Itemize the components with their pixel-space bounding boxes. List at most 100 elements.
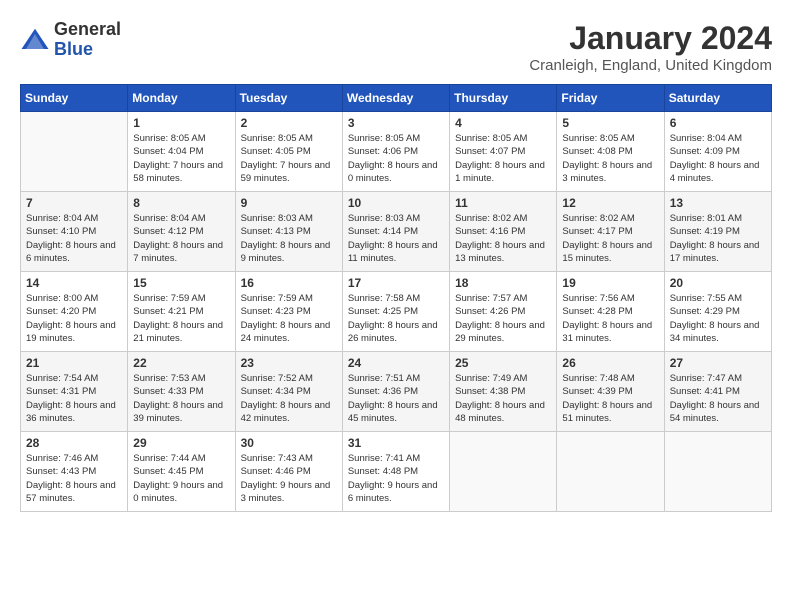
calendar-table: SundayMondayTuesdayWednesdayThursdayFrid… (20, 84, 772, 512)
header-row: SundayMondayTuesdayWednesdayThursdayFrid… (21, 85, 772, 112)
day-number: 13 (670, 196, 766, 210)
calendar-cell: 3 Sunrise: 8:05 AMSunset: 4:06 PMDaylight… (342, 112, 449, 192)
calendar-cell: 22Sunrise: 7:53 AMSunset: 4:33 PMDayligh… (128, 352, 235, 432)
weekday-header: Thursday (450, 85, 557, 112)
day-info: Sunrise: 7:51 AMSunset: 4:36 PMDaylight:… (348, 372, 444, 425)
day-info: Sunrise: 7:53 AMSunset: 4:33 PMDaylight:… (133, 372, 229, 425)
day-info: Sunrise: 7:47 AMSunset: 4:41 PMDaylight:… (670, 372, 766, 425)
calendar-cell: 30Sunrise: 7:43 AMSunset: 4:46 PMDayligh… (235, 432, 342, 512)
day-number: 21 (26, 356, 122, 370)
month-title: January 2024 (529, 20, 772, 57)
day-info: Sunrise: 7:49 AMSunset: 4:38 PMDaylight:… (455, 372, 551, 425)
calendar-week-row: 14 Sunrise: 8:00 AMSunset: 4:20 PMDayligh… (21, 272, 772, 352)
day-info: Sunrise: 7:46 AMSunset: 4:43 PMDaylight:… (26, 452, 122, 505)
logo-line1: General (54, 20, 121, 40)
location-title: Cranleigh, England, United Kingdom (529, 57, 772, 74)
day-number: 5 (562, 116, 658, 130)
day-info: Sunrise: 7:58 AMSunset: 4:25 PMDaylight:… (348, 292, 444, 345)
day-info: Sunrise: 7:59 AMSunset: 4:23 PMDaylight:… (241, 292, 337, 345)
calendar-cell: 20 Sunrise: 7:55 AMSunset: 4:29 PMDayligh… (664, 272, 771, 352)
calendar-cell: 8 Sunrise: 8:04 AMSunset: 4:12 PMDaylight… (128, 192, 235, 272)
day-number: 6 (670, 116, 766, 130)
calendar-cell: 27Sunrise: 7:47 AMSunset: 4:41 PMDayligh… (664, 352, 771, 432)
calendar-cell: 24Sunrise: 7:51 AMSunset: 4:36 PMDayligh… (342, 352, 449, 432)
calendar-cell: 11 Sunrise: 8:02 AMSunset: 4:16 PMDayligh… (450, 192, 557, 272)
calendar-cell: 25 Sunrise: 7:49 AMSunset: 4:38 PMDayligh… (450, 352, 557, 432)
day-number: 17 (348, 276, 444, 290)
day-info: Sunrise: 8:05 AMSunset: 4:04 PMDaylight:… (133, 132, 229, 185)
day-info: Sunrise: 8:05 AMSunset: 4:06 PMDaylight:… (348, 132, 444, 185)
day-info: Sunrise: 8:03 AMSunset: 4:13 PMDaylight:… (241, 212, 337, 265)
day-number: 29 (133, 436, 229, 450)
calendar-cell (664, 432, 771, 512)
calendar-cell: 5 Sunrise: 8:05 AMSunset: 4:08 PMDaylight… (557, 112, 664, 192)
calendar-cell: 29 Sunrise: 7:44 AMSunset: 4:45 PMDayligh… (128, 432, 235, 512)
day-number: 3 (348, 116, 444, 130)
day-info: Sunrise: 8:05 AMSunset: 4:05 PMDaylight:… (241, 132, 337, 185)
calendar-cell: 26 Sunrise: 7:48 AMSunset: 4:39 PMDayligh… (557, 352, 664, 432)
weekday-header: Wednesday (342, 85, 449, 112)
day-number: 8 (133, 196, 229, 210)
day-number: 16 (241, 276, 337, 290)
calendar-cell: 1Sunrise: 8:05 AMSunset: 4:04 PMDaylight… (128, 112, 235, 192)
day-info: Sunrise: 7:43 AMSunset: 4:46 PMDaylight:… (241, 452, 337, 505)
title-area: January 2024 Cranleigh, England, United … (529, 20, 772, 74)
day-info: Sunrise: 7:55 AMSunset: 4:29 PMDaylight:… (670, 292, 766, 345)
day-info: Sunrise: 7:44 AMSunset: 4:45 PMDaylight:… (133, 452, 229, 505)
logo-text: General Blue (54, 20, 121, 60)
day-info: Sunrise: 8:04 AMSunset: 4:12 PMDaylight:… (133, 212, 229, 265)
day-number: 10 (348, 196, 444, 210)
day-info: Sunrise: 7:48 AMSunset: 4:39 PMDaylight:… (562, 372, 658, 425)
day-number: 26 (562, 356, 658, 370)
day-info: Sunrise: 8:02 AMSunset: 4:17 PMDaylight:… (562, 212, 658, 265)
logo-line2: Blue (54, 40, 121, 60)
day-number: 2 (241, 116, 337, 130)
day-info: Sunrise: 8:05 AMSunset: 4:08 PMDaylight:… (562, 132, 658, 185)
calendar-cell: 6Sunrise: 8:04 AMSunset: 4:09 PMDaylight… (664, 112, 771, 192)
weekday-header: Sunday (21, 85, 128, 112)
day-info: Sunrise: 7:57 AMSunset: 4:26 PMDaylight:… (455, 292, 551, 345)
calendar-week-row: 1Sunrise: 8:05 AMSunset: 4:04 PMDaylight… (21, 112, 772, 192)
weekday-header: Tuesday (235, 85, 342, 112)
calendar-week-row: 7Sunrise: 8:04 AMSunset: 4:10 PMDaylight… (21, 192, 772, 272)
calendar-cell: 16 Sunrise: 7:59 AMSunset: 4:23 PMDayligh… (235, 272, 342, 352)
calendar-week-row: 28Sunrise: 7:46 AMSunset: 4:43 PMDayligh… (21, 432, 772, 512)
calendar-cell (450, 432, 557, 512)
day-number: 11 (455, 196, 551, 210)
day-info: Sunrise: 8:03 AMSunset: 4:14 PMDaylight:… (348, 212, 444, 265)
calendar-cell: 7Sunrise: 8:04 AMSunset: 4:10 PMDaylight… (21, 192, 128, 272)
calendar-cell: 2 Sunrise: 8:05 AMSunset: 4:05 PMDaylight… (235, 112, 342, 192)
header: General Blue January 2024 Cranleigh, Eng… (20, 20, 772, 74)
calendar-cell: 31 Sunrise: 7:41 AMSunset: 4:48 PMDayligh… (342, 432, 449, 512)
calendar-week-row: 21Sunrise: 7:54 AMSunset: 4:31 PMDayligh… (21, 352, 772, 432)
calendar-cell: 21Sunrise: 7:54 AMSunset: 4:31 PMDayligh… (21, 352, 128, 432)
day-number: 4 (455, 116, 551, 130)
day-number: 31 (348, 436, 444, 450)
logo-icon (20, 25, 50, 55)
calendar-cell: 17 Sunrise: 7:58 AMSunset: 4:25 PMDayligh… (342, 272, 449, 352)
day-info: Sunrise: 8:02 AMSunset: 4:16 PMDaylight:… (455, 212, 551, 265)
calendar-cell: 19Sunrise: 7:56 AMSunset: 4:28 PMDayligh… (557, 272, 664, 352)
day-number: 20 (670, 276, 766, 290)
day-number: 25 (455, 356, 551, 370)
day-info: Sunrise: 8:00 AMSunset: 4:20 PMDaylight:… (26, 292, 122, 345)
day-info: Sunrise: 7:52 AMSunset: 4:34 PMDaylight:… (241, 372, 337, 425)
day-number: 15 (133, 276, 229, 290)
day-info: Sunrise: 7:41 AMSunset: 4:48 PMDaylight:… (348, 452, 444, 505)
day-info: Sunrise: 8:04 AMSunset: 4:10 PMDaylight:… (26, 212, 122, 265)
calendar-cell (557, 432, 664, 512)
calendar-cell: 15 Sunrise: 7:59 AMSunset: 4:21 PMDayligh… (128, 272, 235, 352)
calendar-cell: 23 Sunrise: 7:52 AMSunset: 4:34 PMDayligh… (235, 352, 342, 432)
day-info: Sunrise: 8:05 AMSunset: 4:07 PMDaylight:… (455, 132, 551, 185)
day-number: 12 (562, 196, 658, 210)
day-number: 14 (26, 276, 122, 290)
day-number: 23 (241, 356, 337, 370)
calendar-cell: 9Sunrise: 8:03 AMSunset: 4:13 PMDaylight… (235, 192, 342, 272)
day-info: Sunrise: 7:59 AMSunset: 4:21 PMDaylight:… (133, 292, 229, 345)
weekday-header: Saturday (664, 85, 771, 112)
day-number: 19 (562, 276, 658, 290)
day-number: 18 (455, 276, 551, 290)
calendar-cell: 28Sunrise: 7:46 AMSunset: 4:43 PMDayligh… (21, 432, 128, 512)
calendar-cell: 18 Sunrise: 7:57 AMSunset: 4:26 PMDayligh… (450, 272, 557, 352)
weekday-header: Monday (128, 85, 235, 112)
